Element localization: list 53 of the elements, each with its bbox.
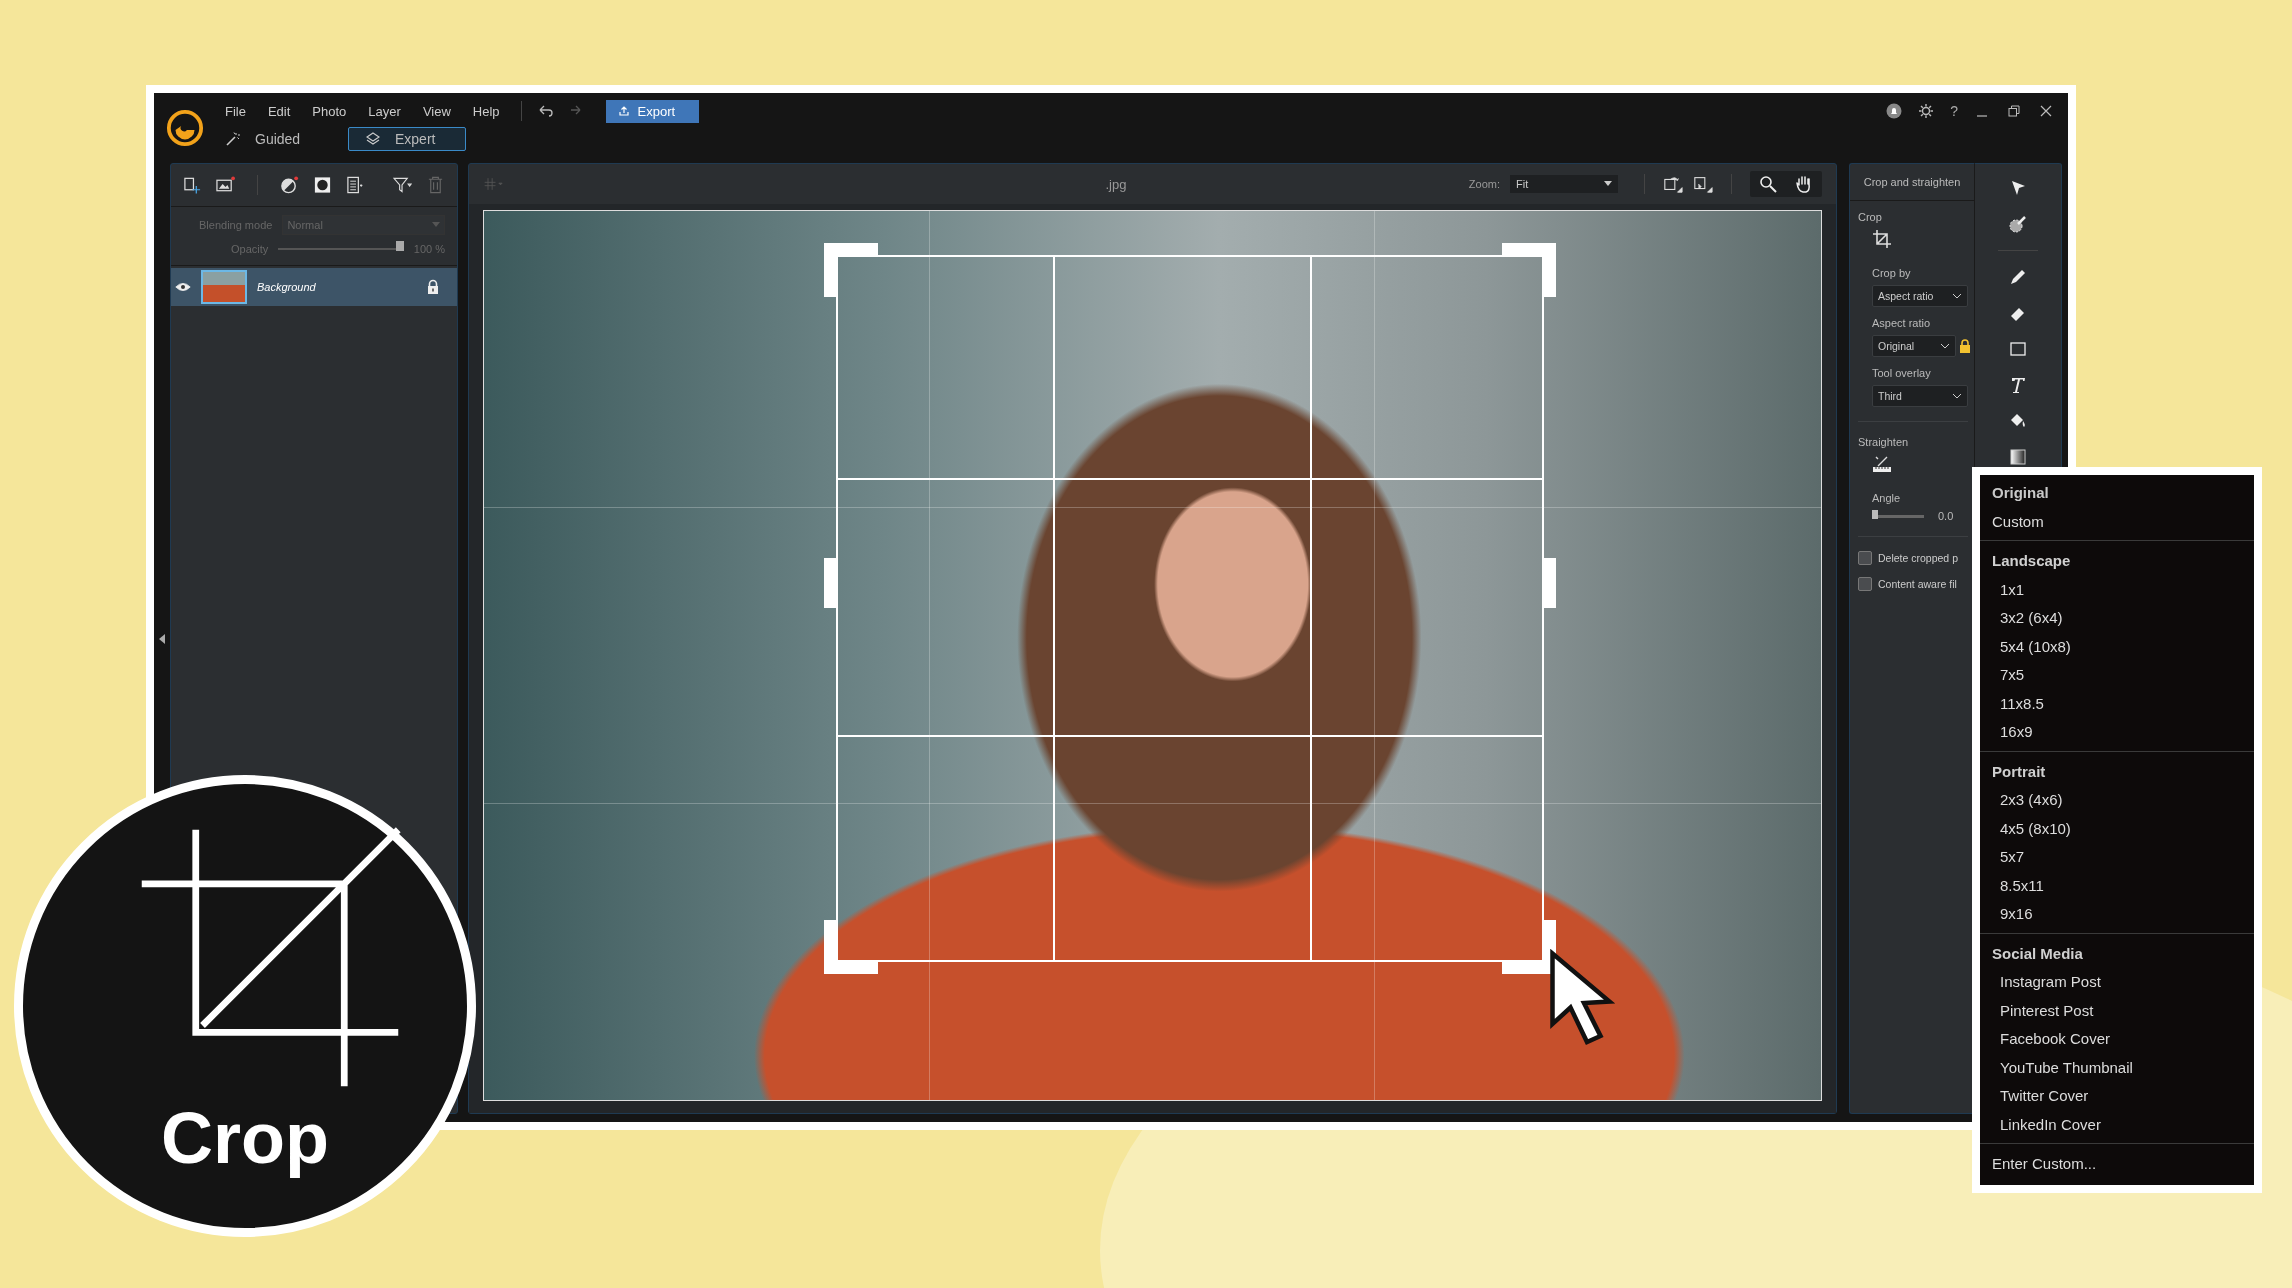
menu-heading: Social Media [1991,943,2084,964]
menu-item[interactable]: 5x7 [1980,843,2254,872]
aspect-ratio-label: Aspect ratio [1872,317,1931,329]
menu-item[interactable]: 7x5 [1980,661,2254,690]
menu-item[interactable]: Photo [303,101,356,121]
menu-item[interactable]: 16x9 [1980,718,2254,747]
crop-mode-dropdown[interactable]: Aspect ratio [1872,285,1968,307]
opacity-label: Opacity [231,243,269,255]
menu-item[interactable]: 9x16 [1980,900,2254,929]
menu-item[interactable]: Enter Custom... [1980,1150,2254,1179]
crop-by-label: Crop by [1872,267,1911,279]
mode-tab[interactable]: Guided [216,127,328,151]
angle-label: Angle [1872,492,1901,504]
menu-item[interactable]: View [413,101,460,121]
tool-overlay-label: Tool overlay [1872,367,1931,379]
checkbox-label: Delete cropped p [1878,552,1958,564]
menu-item[interactable]: Help [463,101,509,121]
help-button[interactable]: ? [1946,103,1962,119]
layer-name: Background [257,281,316,293]
badge-label: Crop [161,1097,329,1179]
zoom-label: Zoom: [1468,178,1500,190]
menu-item[interactable]: Instagram Post [1980,968,2254,997]
export-button[interactable]: Export [605,99,700,123]
section-label: Straighten [1858,436,1909,448]
menu-item[interactable]: Original [1980,479,2254,508]
menu-item[interactable]: Facebook Cover [1980,1025,2254,1054]
menu-heading: Landscape [1991,551,2072,571]
menu-item[interactable]: 2x3 (4x6) [1980,786,2254,815]
file-name: .jpg [1104,176,1128,192]
menu-item[interactable]: 5x4 (10x8) [1980,632,2254,661]
angle-value: 0.0 [1938,510,1954,522]
mode-tab[interactable]: Expert [348,127,466,151]
menu-item[interactable]: File [216,101,255,121]
section-label: Crop [1858,211,1882,223]
menu-heading: Portrait [1991,761,2047,782]
menu-item[interactable]: Twitter Cover [1980,1082,2254,1111]
menu-item[interactable]: 3x2 (6x4) [1980,604,2254,633]
blending-mode-label: Blending mode [199,219,273,231]
checkbox-label: Content aware fil [1878,578,1957,590]
menu-item[interactable]: Edit [258,101,300,121]
menu-item[interactable]: Custom [1980,507,2254,536]
menu-item[interactable]: 4x5 (8x10) [1980,814,2254,843]
ratio-preset-dropdown[interactable]: Original [1872,335,1956,357]
menu-item[interactable]: Pinterest Post [1980,996,2254,1025]
menu-item[interactable]: Layer [359,101,410,121]
menu-item[interactable]: YouTube Thumbnail [1980,1053,2254,1082]
tool-overlay-dropdown[interactable]: Third [1872,385,1968,407]
menu-item[interactable]: LinkedIn Cover [1980,1110,2254,1139]
menu-item[interactable]: 11x8.5 [1980,689,2254,718]
menu-item[interactable]: 8.5x11 [1980,871,2254,900]
menu-item[interactable]: 1x1 [1980,575,2254,604]
layer-row[interactable]: Background [171,268,457,306]
zoom-dropdown[interactable]: Fit [1510,175,1618,193]
